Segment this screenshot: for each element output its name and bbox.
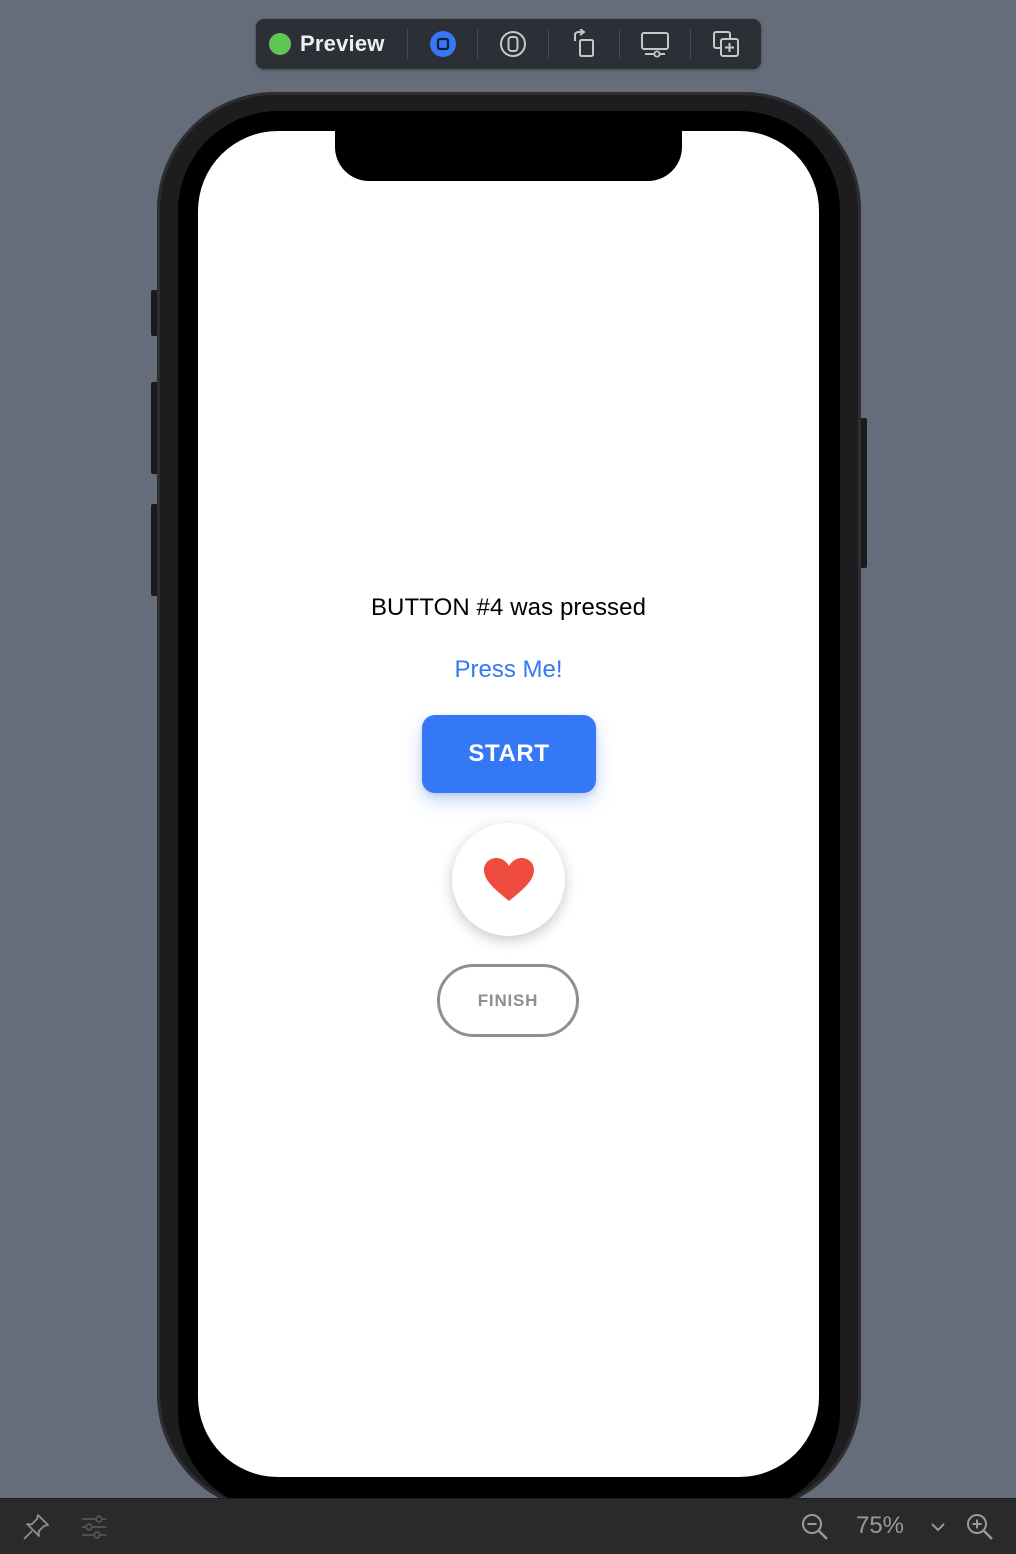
zoom-out-icon xyxy=(802,1514,828,1540)
phone-screen: BUTTON #4 was pressed Press Me! START FI… xyxy=(198,131,819,1477)
finish-button[interactable]: FINISH xyxy=(437,964,579,1037)
chevron-down-icon xyxy=(931,1523,945,1532)
button-pressed-message: BUTTON #4 was pressed xyxy=(370,594,647,621)
heart-icon xyxy=(483,857,534,901)
live-preview-stop-button[interactable] xyxy=(408,19,478,69)
sliders-icon xyxy=(82,1515,106,1539)
heart-button[interactable] xyxy=(452,823,565,936)
zoom-dropdown-button[interactable] xyxy=(928,1517,948,1537)
press-me-button[interactable]: Press Me! xyxy=(418,653,599,687)
stop-icon xyxy=(429,31,456,57)
adjust-canvas-button[interactable] xyxy=(78,1511,110,1543)
rotate-device-button[interactable] xyxy=(549,19,619,69)
rotate-icon xyxy=(574,29,595,57)
preview-toolbar: Preview xyxy=(256,19,761,69)
start-button[interactable]: START xyxy=(422,715,596,793)
status-dot-icon xyxy=(269,33,291,55)
canvas-bottom-bar: 75% xyxy=(0,1498,1016,1554)
duplicate-icon xyxy=(713,31,740,57)
inspect-preview-button[interactable] xyxy=(478,19,548,69)
phone-notch xyxy=(335,131,682,181)
preview-status: Preview xyxy=(269,19,407,69)
zoom-in-button[interactable] xyxy=(964,1511,996,1543)
zoom-in-icon xyxy=(967,1514,993,1540)
pin-preview-button[interactable] xyxy=(20,1511,52,1543)
pin-icon xyxy=(23,1514,49,1540)
zoom-out-button[interactable] xyxy=(799,1511,831,1543)
zoom-level: 75% xyxy=(855,1512,905,1539)
preview-label: Preview xyxy=(300,31,385,56)
preview-canvas: Preview BUTTON #4 was pressed Press Me! … xyxy=(0,0,1016,1554)
device-settings-icon xyxy=(641,32,670,58)
duplicate-preview-button[interactable] xyxy=(691,19,761,69)
inspect-icon xyxy=(500,31,527,57)
device-settings-button[interactable] xyxy=(620,19,690,69)
